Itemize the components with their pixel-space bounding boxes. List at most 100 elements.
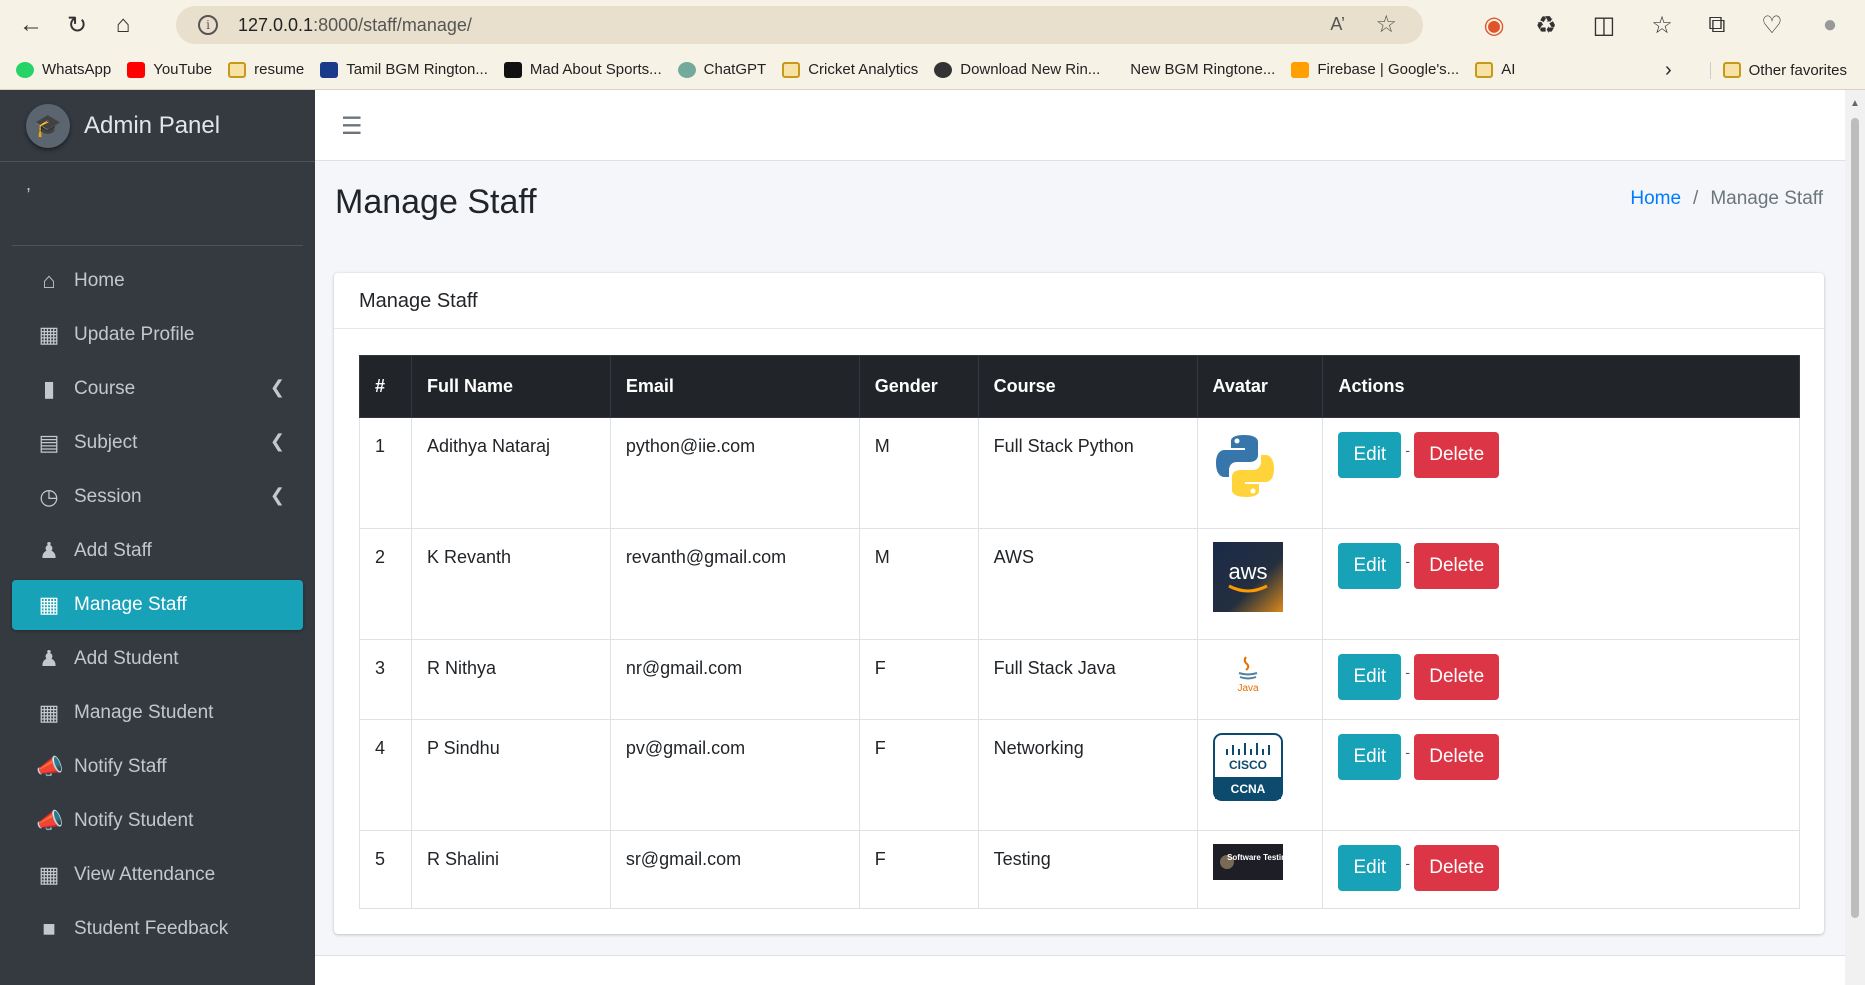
page-scrollbar[interactable]: ▲ bbox=[1845, 90, 1865, 985]
bookmark-new-bgm[interactable]: New BGM Ringtone... bbox=[1130, 61, 1275, 78]
cisco-ccna-logo-avatar: CISCO CCNA bbox=[1212, 733, 1283, 801]
bookmark-mad-about-sports[interactable]: Mad About Sports... bbox=[503, 61, 662, 78]
action-separator: - bbox=[1405, 855, 1411, 871]
edit-button[interactable]: Edit bbox=[1338, 432, 1402, 478]
cell-num: 4 bbox=[359, 719, 412, 831]
brand[interactable]: 🎓 Admin Panel bbox=[0, 90, 315, 162]
chevron-left-icon: ❮ bbox=[269, 377, 285, 397]
delete-button[interactable]: Delete bbox=[1414, 432, 1500, 478]
firebase-icon bbox=[1291, 61, 1310, 78]
back-icon[interactable]: ← bbox=[8, 0, 54, 50]
breadcrumb-separator: / bbox=[1693, 188, 1699, 209]
extensions-puzzle-icon[interactable]: ♻ bbox=[1532, 11, 1560, 40]
sidebar-item-course[interactable]: ▮ Course ❮ bbox=[12, 364, 303, 414]
edit-button[interactable]: Edit bbox=[1338, 543, 1402, 589]
favorite-star-icon[interactable]: ☆ bbox=[1375, 10, 1397, 39]
calendar-icon: ▦ bbox=[38, 862, 60, 887]
aws-logo-avatar: aws bbox=[1212, 542, 1283, 612]
sidebar: 🎓 Admin Panel , ⌂ Home ▦ Update Profile ▮ C… bbox=[0, 90, 315, 985]
edit-button[interactable]: Edit bbox=[1338, 654, 1402, 700]
table-row: 1 Adithya Nataraj python@iie.com M Full … bbox=[359, 417, 1800, 529]
bookmark-ai[interactable]: AI bbox=[1475, 61, 1515, 78]
profile-avatar-icon[interactable]: ● bbox=[1816, 11, 1844, 39]
folder-icon bbox=[1722, 62, 1741, 78]
sidebar-item-home[interactable]: ⌂ Home bbox=[12, 256, 303, 306]
cell-full-name: R Shalini bbox=[410, 830, 611, 909]
sidebar-item-student-feedback[interactable]: ■ Student Feedback bbox=[12, 904, 303, 954]
megaphone-icon: 📣 bbox=[36, 754, 64, 779]
edit-button[interactable]: Edit bbox=[1338, 845, 1402, 891]
delete-button[interactable]: Delete bbox=[1414, 734, 1500, 780]
folder-icon bbox=[228, 61, 247, 78]
hamburger-menu-icon[interactable]: ☰ bbox=[341, 112, 363, 141]
grid-icon: ▦ bbox=[38, 592, 60, 617]
address-bar[interactable]: i 127.0.0.1:8000/staff/manage/ A’ ☆ bbox=[176, 6, 1423, 44]
sidebar-item-session[interactable]: ◷ Session ❮ bbox=[12, 472, 303, 522]
table-row: 2 K Revanth revanth@gmail.com M AWS aws … bbox=[359, 528, 1800, 640]
cell-course: Testing bbox=[977, 830, 1198, 909]
svg-text:Software Testing: Software Testing bbox=[1227, 853, 1283, 862]
col-header-num: # bbox=[359, 355, 412, 418]
read-aloud-icon[interactable]: A’ bbox=[1330, 14, 1345, 35]
home-browser-icon[interactable]: ⌂ bbox=[100, 0, 146, 50]
site-icon bbox=[934, 61, 953, 78]
bookmark-cricket-analytics[interactable]: Cricket Analytics bbox=[782, 61, 918, 78]
software-testing-logo-avatar: Software Testing bbox=[1212, 844, 1291, 880]
sidebar-item-notify-staff[interactable]: 📣 Notify Staff bbox=[12, 742, 303, 792]
cell-full-name: P Sindhu bbox=[410, 719, 611, 831]
cell-course: Full Stack Java bbox=[977, 639, 1198, 720]
split-screen-icon[interactable]: ◫ bbox=[1590, 11, 1618, 40]
cell-gender: F bbox=[858, 830, 979, 909]
cell-full-name: K Revanth bbox=[410, 528, 611, 640]
bookmark-download-ringtone[interactable]: Download New Rin... bbox=[934, 61, 1100, 78]
site-info-icon[interactable]: i bbox=[198, 15, 218, 35]
cell-avatar: Java bbox=[1196, 639, 1324, 720]
bookmark-other-favorites[interactable]: Other favorites bbox=[1709, 61, 1847, 79]
sidebar-item-add-staff[interactable]: ♟ Add Staff bbox=[12, 526, 303, 576]
cell-email: sr@gmail.com bbox=[609, 830, 860, 909]
site-icon bbox=[320, 61, 339, 78]
delete-button[interactable]: Delete bbox=[1414, 543, 1500, 589]
user-panel[interactable]: , bbox=[12, 162, 303, 246]
svg-text:aws: aws bbox=[1228, 559, 1267, 584]
cell-avatar: CISCO CCNA bbox=[1196, 719, 1324, 831]
favorites-icon[interactable]: ☆ bbox=[1648, 11, 1676, 40]
sidebar-item-add-student[interactable]: ♟ Add Student bbox=[12, 634, 303, 684]
bookmark-resume[interactable]: resume bbox=[228, 61, 304, 78]
scrollbar-thumb[interactable] bbox=[1851, 118, 1859, 918]
sidebar-item-notify-student[interactable]: 📣 Notify Student bbox=[12, 796, 303, 846]
sidebar-menu: ⌂ Home ▦ Update Profile ▮ Course ❮ ▤ Subject ❮… bbox=[0, 246, 315, 968]
bookmark-firebase[interactable]: Firebase | Google's... bbox=[1291, 61, 1459, 78]
breadcrumb-home-link[interactable]: Home bbox=[1630, 188, 1681, 210]
megaphone-icon: 📣 bbox=[36, 808, 64, 833]
svg-text:CISCO: CISCO bbox=[1229, 758, 1267, 772]
delete-button[interactable]: Delete bbox=[1414, 654, 1500, 700]
sidebar-item-manage-staff[interactable]: ▦ Manage Staff bbox=[12, 580, 303, 630]
performance-icon[interactable]: ♡ bbox=[1758, 11, 1786, 40]
extension-icon[interactable]: ◉ bbox=[1480, 11, 1508, 40]
sidebar-item-subject[interactable]: ▤ Subject ❮ bbox=[12, 418, 303, 468]
action-separator: - bbox=[1405, 442, 1411, 458]
cell-actions: Edit - Delete bbox=[1322, 830, 1800, 909]
cell-num: 2 bbox=[359, 528, 412, 640]
chevron-left-icon: ❮ bbox=[269, 485, 285, 505]
chevron-right-icon[interactable]: › bbox=[1665, 59, 1672, 82]
manage-staff-card: Manage Staff # Full Name Email Gender Co… bbox=[334, 273, 1824, 934]
bookmark-chatgpt[interactable]: ChatGPT bbox=[677, 61, 766, 78]
scroll-up-arrow-icon[interactable]: ▲ bbox=[1850, 98, 1860, 109]
cell-num: 5 bbox=[359, 830, 412, 909]
sidebar-item-manage-student[interactable]: ▦ Manage Student bbox=[12, 688, 303, 738]
bookmark-whatsapp[interactable]: WhatsApp bbox=[16, 61, 111, 78]
bookmark-tamil-bgm[interactable]: Tamil BGM Rington... bbox=[320, 61, 488, 78]
reload-icon[interactable]: ↻ bbox=[54, 0, 100, 50]
sidebar-item-update-profile[interactable]: ▦ Update Profile bbox=[12, 310, 303, 360]
cell-email: pv@gmail.com bbox=[609, 719, 860, 831]
collections-icon[interactable]: ⧉ bbox=[1703, 11, 1731, 39]
edit-button[interactable]: Edit bbox=[1338, 734, 1402, 780]
sidebar-item-view-attendance[interactable]: ▦ View Attendance bbox=[12, 850, 303, 900]
delete-button[interactable]: Delete bbox=[1414, 845, 1500, 891]
action-separator: - bbox=[1405, 553, 1411, 569]
breadcrumb-current: Manage Staff bbox=[1710, 188, 1823, 209]
bookmark-youtube[interactable]: YouTube bbox=[127, 61, 212, 78]
url-text: 127.0.0.1:8000/staff/manage/ bbox=[238, 14, 472, 35]
